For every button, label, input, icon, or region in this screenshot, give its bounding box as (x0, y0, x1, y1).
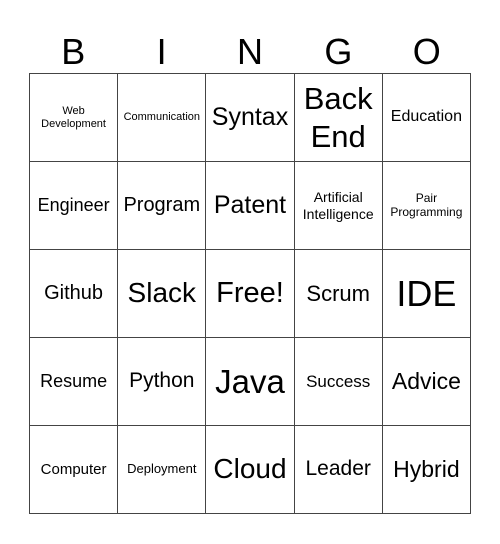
cell-text: Program (123, 194, 201, 216)
cell-text: Scrum (306, 280, 370, 306)
cell-text: Cloud (213, 453, 287, 485)
header-letter-o: O (412, 31, 441, 72)
cell-text: Python (129, 369, 195, 393)
bingo-cell[interactable]: Resume (30, 338, 119, 426)
cell-text: Hybrid (393, 456, 460, 483)
bingo-cell[interactable]: Engineer (30, 162, 119, 250)
cell-text: Communication (123, 111, 200, 124)
free-space-cell[interactable]: Free! (206, 250, 295, 338)
bingo-cell[interactable]: Github (30, 250, 119, 338)
bingo-cell[interactable]: Education (382, 74, 471, 162)
bingo-cell[interactable]: Pair Programming (382, 162, 471, 250)
bingo-cell[interactable]: Web Development (30, 74, 119, 162)
cell-text: Resume (40, 371, 108, 392)
bingo-cell[interactable]: Computer (30, 426, 119, 514)
cell-text: Free! (216, 276, 284, 309)
cell-text: Advice (391, 368, 461, 395)
header-letter-g: G (324, 31, 353, 72)
cell-text: Success (306, 371, 371, 391)
cell-text: Java (215, 362, 285, 400)
bingo-cell[interactable]: IDE (382, 250, 471, 338)
bingo-cell[interactable]: Advice (382, 338, 471, 426)
cell-text: Web Development (41, 104, 106, 130)
bingo-cell[interactable]: Back End (294, 74, 383, 162)
cell-text: Patent (213, 191, 287, 220)
bingo-cell[interactable]: Cloud (206, 426, 295, 514)
bingo-header: B I N G O (29, 30, 471, 73)
bingo-cell[interactable]: Communication (118, 74, 207, 162)
cell-text: Leader (305, 457, 371, 481)
cell-text: Computer (40, 460, 107, 478)
cell-text: Education (390, 108, 462, 126)
cell-text: Github (44, 282, 104, 304)
bingo-cell[interactable]: Java (206, 338, 295, 426)
cell-text: Deployment (127, 461, 197, 477)
bingo-cell[interactable]: Program (118, 162, 207, 250)
bingo-board: Web Development Communication Syntax Bac… (29, 73, 471, 514)
header-letter-b: B (61, 31, 86, 72)
cell-text: IDE (396, 272, 457, 314)
cell-text: Back End (303, 81, 373, 154)
bingo-cell[interactable]: Patent (206, 162, 295, 250)
cell-text: Pair Programming (390, 190, 463, 219)
bingo-cell[interactable]: Leader (294, 426, 383, 514)
bingo-cell[interactable]: Deployment (118, 426, 207, 514)
bingo-cell[interactable]: Artificial Intelligence (294, 162, 383, 250)
header-letter-n: N (236, 31, 263, 72)
bingo-cell[interactable]: Scrum (294, 250, 383, 338)
cell-text: Slack (127, 277, 197, 309)
bingo-cell[interactable]: Slack (118, 250, 207, 338)
bingo-cell[interactable]: Hybrid (382, 426, 471, 514)
cell-text: Syntax (211, 103, 289, 132)
bingo-cell[interactable]: Python (118, 338, 207, 426)
bingo-cell[interactable]: Syntax (206, 74, 295, 162)
cell-text: Artificial Intelligence (302, 189, 374, 222)
cell-text: Engineer (37, 195, 110, 216)
header-letter-i: I (156, 31, 167, 72)
bingo-cell[interactable]: Success (294, 338, 383, 426)
